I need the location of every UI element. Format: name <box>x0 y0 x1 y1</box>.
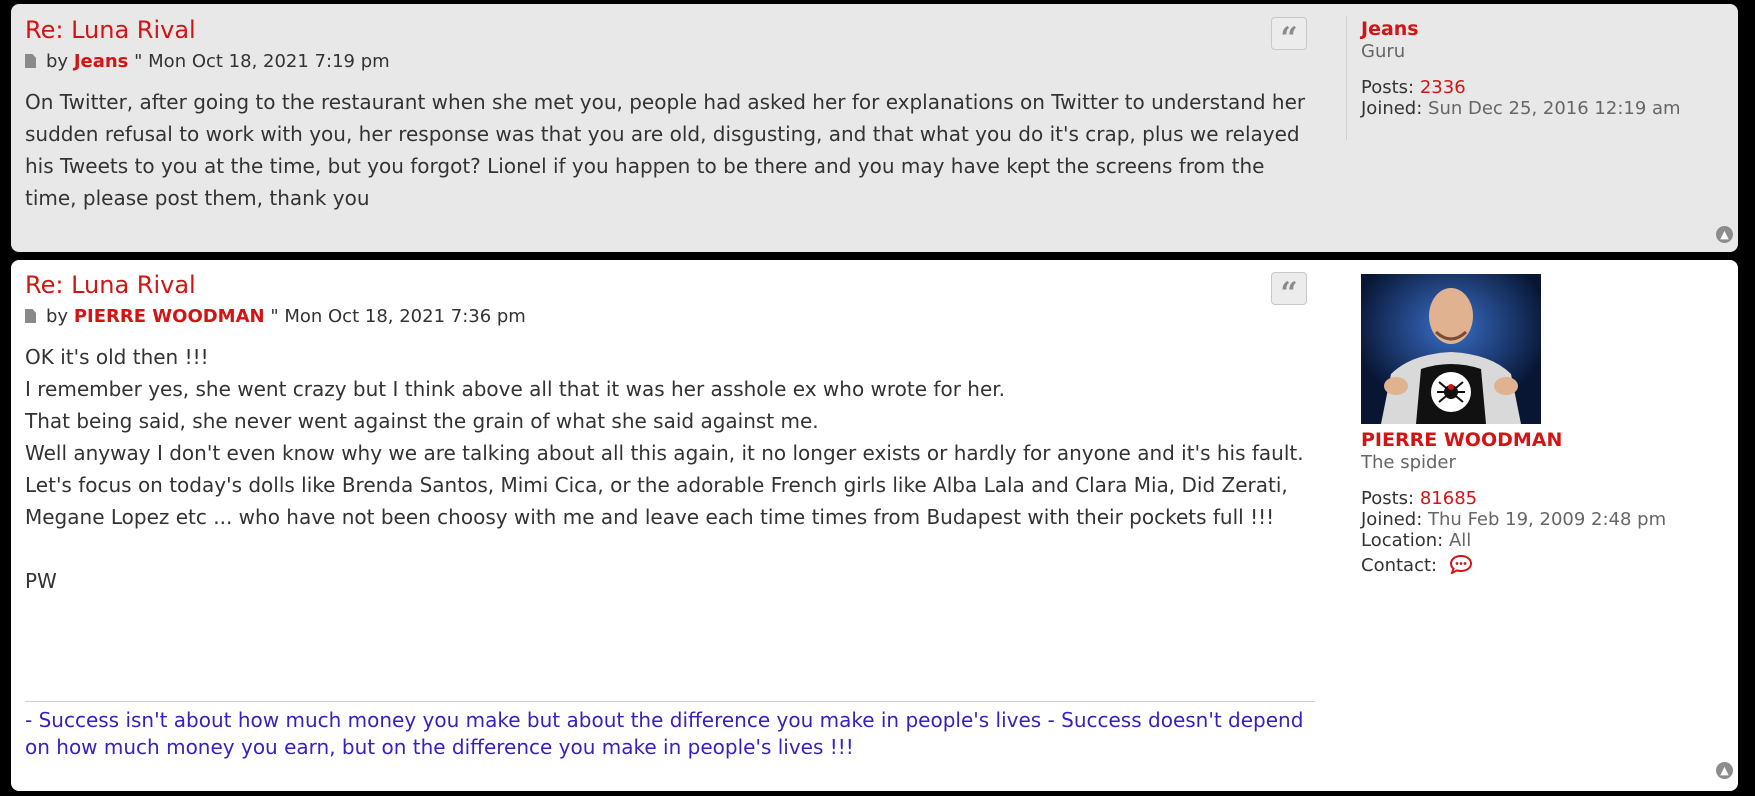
post-author[interactable]: PIERRE WOODMAN <box>74 306 265 327</box>
post-line: That being said, she never went against … <box>25 409 819 433</box>
post-pierre-woodman: Re: Luna Rival by PIERRE WOODMAN " Mon O… <box>11 260 1738 791</box>
avatar-image <box>1361 274 1541 424</box>
arrow-up-circle-icon: ▲ <box>1720 228 1729 241</box>
joined-date: Thu Feb 19, 2009 2:48 pm <box>1428 509 1667 530</box>
profile-username[interactable]: PIERRE WOODMAN <box>1361 429 1666 451</box>
profile-posts: Posts: 2336 <box>1361 77 1681 98</box>
post-content: OK it's old then !!! I remember yes, she… <box>25 341 1320 597</box>
file-icon[interactable] <box>25 309 36 323</box>
location-label: Location: <box>1361 530 1444 551</box>
quote-icon: “ <box>1280 276 1298 305</box>
profile-posts: Posts: 81685 <box>1361 488 1666 509</box>
profile-location: Location: All <box>1361 530 1666 551</box>
post-meta: by PIERRE WOODMAN " Mon Oct 18, 2021 7:3… <box>25 306 526 327</box>
quote-button[interactable]: “ <box>1271 17 1307 50</box>
arrow-up-circle-icon: ▲ <box>1720 764 1729 777</box>
meta-separator: " <box>270 306 279 327</box>
profile-username[interactable]: Jeans <box>1361 18 1681 40</box>
contact-label: Contact: <box>1361 555 1438 576</box>
post-author[interactable]: Jeans <box>74 51 129 72</box>
back-to-top-button[interactable]: ▲ <box>1716 762 1733 779</box>
file-icon[interactable] <box>25 54 36 68</box>
post-title[interactable]: Re: Luna Rival <box>25 16 196 44</box>
post-line-blank <box>25 533 1320 565</box>
post-profile: Jeans Guru Posts: 2336 Joined: Sun Dec 2… <box>1361 18 1681 119</box>
meta-separator: " <box>134 51 143 72</box>
quote-button[interactable]: “ <box>1271 272 1307 305</box>
post-line: OK it's old then !!! <box>25 345 209 369</box>
post-paragraph: On Twitter, after going to the restauran… <box>25 90 1306 210</box>
posts-count[interactable]: 2336 <box>1420 77 1466 98</box>
post-meta: by Jeans " Mon Oct 18, 2021 7:19 pm <box>25 51 390 72</box>
post-jeans: Re: Luna Rival by Jeans " Mon Oct 18, 20… <box>11 4 1738 252</box>
joined-label: Joined: <box>1361 509 1423 530</box>
post-line: PW <box>25 569 57 593</box>
location-value: All <box>1448 530 1472 551</box>
joined-label: Joined: <box>1361 98 1423 119</box>
post-date: Mon Oct 18, 2021 7:36 pm <box>284 306 526 327</box>
posts-label: Posts: <box>1361 77 1415 98</box>
joined-date: Sun Dec 25, 2016 12:19 am <box>1428 98 1681 119</box>
speech-bubble-icon[interactable] <box>1449 554 1473 579</box>
profile-joined: Joined: Sun Dec 25, 2016 12:19 am <box>1361 98 1681 119</box>
back-to-top-button[interactable]: ▲ <box>1716 226 1733 243</box>
profile-contact: Contact: <box>1361 554 1666 579</box>
profile-rank: Guru <box>1361 41 1406 62</box>
post-line: Well anyway I don't even know why we are… <box>25 441 1304 465</box>
profile-rank: The spider <box>1361 452 1456 473</box>
posts-label: Posts: <box>1361 488 1415 509</box>
by-label: by <box>46 306 69 327</box>
post-line: I remember yes, she went crazy but I thi… <box>25 377 1005 401</box>
quote-icon: “ <box>1280 21 1298 50</box>
post-profile: PIERRE WOODMAN The spider Posts: 81685 J… <box>1361 274 1666 579</box>
post-date: Mon Oct 18, 2021 7:19 pm <box>148 51 390 72</box>
post-content: On Twitter, after going to the restauran… <box>25 86 1320 214</box>
post-line: Let's focus on today's dolls like Brenda… <box>25 473 1288 529</box>
signature: - Success isn't about how much money you… <box>25 701 1315 761</box>
posts-count[interactable]: 81685 <box>1420 488 1477 509</box>
profile-divider <box>1346 16 1347 140</box>
avatar[interactable] <box>1361 274 1541 424</box>
profile-joined: Joined: Thu Feb 19, 2009 2:48 pm <box>1361 509 1666 530</box>
by-label: by <box>46 51 69 72</box>
post-title[interactable]: Re: Luna Rival <box>25 271 196 299</box>
